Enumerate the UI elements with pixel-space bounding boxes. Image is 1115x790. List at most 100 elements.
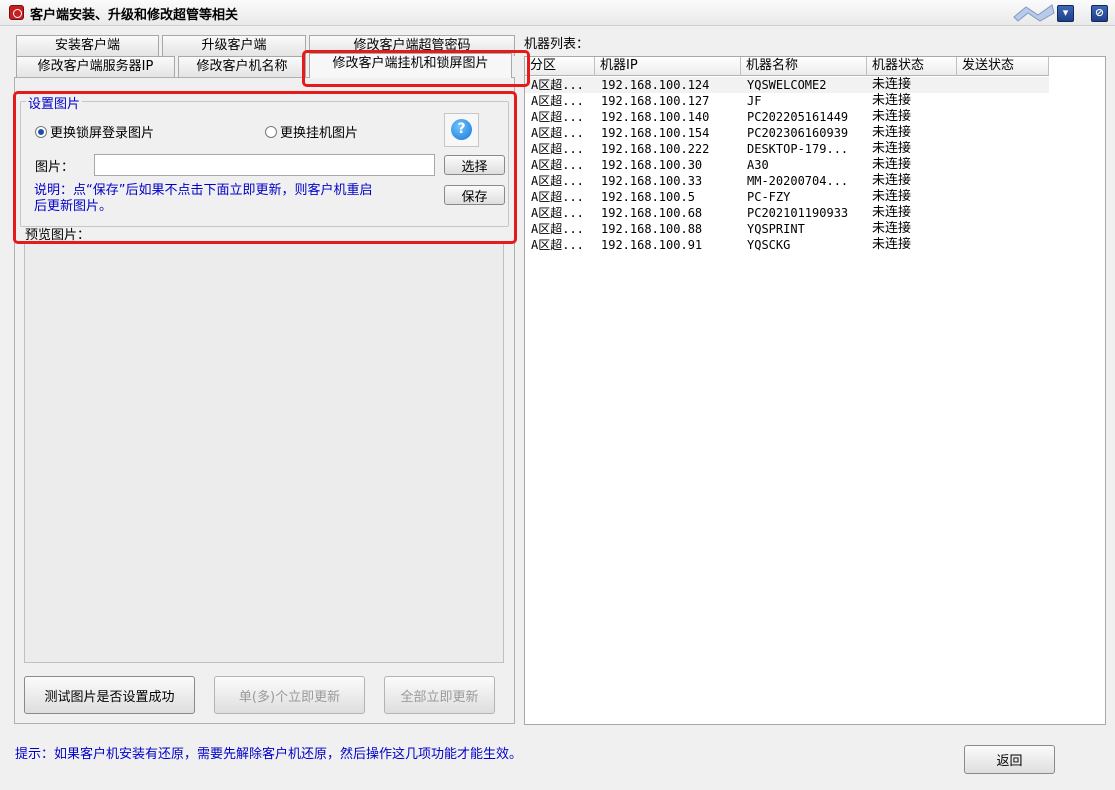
table-row[interactable]: A区超... 192.168.100.124 YQSWELCOME2 未连接: [525, 77, 1049, 93]
cell-status: 未连接: [872, 157, 912, 172]
cell-send-status: [962, 221, 1047, 237]
table-row[interactable]: A区超... 192.168.100.30 A30 未连接: [525, 157, 1049, 173]
cell-send-status: [962, 189, 1047, 205]
cell-send-status: [962, 77, 1047, 93]
column-header-ip[interactable]: 机器IP: [595, 57, 741, 76]
table-row[interactable]: A区超... 192.168.100.68 PC202101190933 未连接: [525, 205, 1049, 221]
cell-zone: A区超...: [531, 126, 584, 140]
cell-zone: A区超...: [531, 142, 584, 156]
cell-zone: A区超...: [531, 158, 584, 172]
image-path-input[interactable]: [94, 154, 435, 176]
table-row[interactable]: A区超... 192.168.100.91 YQSCKG 未连接: [525, 237, 1049, 253]
back-button[interactable]: 返回: [964, 745, 1055, 774]
radio-hang-indicator[interactable]: [265, 125, 277, 138]
tab-change-server-ip[interactable]: 修改客户端服务器IP: [16, 56, 175, 77]
radio-lock-image[interactable]: 更换锁屏登录图片: [35, 122, 154, 141]
save-button[interactable]: 保存: [444, 185, 505, 205]
cell-ip: 192.168.100.140: [601, 110, 710, 124]
cell-ip: 192.168.100.154: [601, 126, 710, 140]
cell-zone: A区超...: [531, 190, 584, 204]
cell-name: PC202101190933: [747, 206, 849, 220]
table-row[interactable]: A区超... 192.168.100.88 YQSPRINT 未连接: [525, 221, 1049, 237]
cell-ip: 192.168.100.222: [601, 142, 710, 156]
cell-status: 未连接: [872, 173, 912, 188]
cell-ip: 192.168.100.30: [601, 158, 703, 172]
machine-list-header: 分区 机器IP 机器名称 机器状态 发送状态: [525, 57, 1049, 76]
cell-zone: A区超...: [531, 110, 584, 124]
cell-send-status: [962, 173, 1047, 189]
radio-lock-indicator[interactable]: [35, 125, 47, 138]
cell-ip: 192.168.100.127: [601, 94, 710, 108]
cell-zone: A区超...: [531, 222, 584, 236]
cell-name: PC202306160939: [747, 126, 849, 140]
app-icon: [9, 5, 24, 20]
cell-name: PC202205161449: [747, 110, 849, 124]
save-note-line2: 后更新图片。: [34, 199, 113, 214]
cell-ip: 192.168.100.91: [601, 238, 703, 252]
cell-ip: 192.168.100.124: [601, 78, 710, 92]
cell-status: 未连接: [872, 77, 912, 92]
cell-send-status: [962, 141, 1047, 157]
minimize-button[interactable]: ▾: [1057, 5, 1074, 22]
table-row[interactable]: A区超... 192.168.100.5 PC-FZY 未连接: [525, 189, 1049, 205]
cell-status: 未连接: [872, 93, 912, 108]
table-row[interactable]: A区超... 192.168.100.222 DESKTOP-179... 未连接: [525, 141, 1049, 157]
cell-zone: A区超...: [531, 206, 584, 220]
help-icon: ?: [451, 119, 472, 140]
cell-name: MM-20200704...: [747, 174, 849, 188]
cell-status: 未连接: [872, 221, 912, 236]
cell-status: 未连接: [872, 109, 912, 124]
tab-change-lock-image[interactable]: 修改客户端挂机和锁屏图片: [309, 53, 512, 78]
test-image-button[interactable]: 测试图片是否设置成功: [24, 676, 195, 714]
cell-ip: 192.168.100.33: [601, 174, 703, 188]
cell-send-status: [962, 109, 1047, 125]
radio-hang-image[interactable]: 更换挂机图片: [265, 122, 358, 141]
column-header-name[interactable]: 机器名称: [741, 57, 867, 76]
tab-upgrade-client[interactable]: 升级客户端: [162, 35, 306, 56]
tab-install-client[interactable]: 安装客户端: [16, 35, 159, 56]
update-all-button[interactable]: 全部立即更新: [384, 676, 495, 714]
help-button[interactable]: ?: [444, 113, 479, 147]
window-title: 客户端安装、升级和修改超管等相关: [30, 8, 239, 23]
cell-send-status: [962, 205, 1047, 221]
settings-group-title: 设置图片: [26, 93, 83, 112]
update-selected-button[interactable]: 单(多)个立即更新: [214, 676, 365, 714]
table-row[interactable]: A区超... 192.168.100.140 PC202205161449 未连接: [525, 109, 1049, 125]
cell-send-status: [962, 93, 1047, 109]
title-bar: 客户端安装、升级和修改超管等相关 ▾ ⊘: [0, 0, 1115, 26]
image-label: 图片：: [35, 160, 75, 175]
decoration-icon: [1013, 4, 1055, 22]
radio-lock-label: 更换锁屏登录图片: [50, 126, 155, 141]
cell-send-status: [962, 125, 1047, 141]
close-button[interactable]: ⊘: [1091, 5, 1108, 22]
table-row[interactable]: A区超... 192.168.100.33 MM-20200704... 未连接: [525, 173, 1049, 189]
cell-name: YQSPRINT: [747, 222, 805, 236]
cell-name: PC-FZY: [747, 190, 791, 204]
cell-ip: 192.168.100.68: [601, 206, 703, 220]
table-row[interactable]: A区超... 192.168.100.154 PC202306160939 未连接: [525, 125, 1049, 141]
preview-label: 预览图片：: [25, 228, 91, 243]
column-header-status[interactable]: 机器状态: [867, 57, 957, 76]
cell-ip: 192.168.100.5: [601, 190, 695, 204]
save-note: 说明：点“保存”后如果不点击下面立即更新，则客户机重启 后更新图片。: [34, 183, 434, 215]
select-button[interactable]: 选择: [444, 155, 505, 175]
cell-name: YQSWELCOME2: [747, 78, 827, 92]
cell-zone: A区超...: [531, 174, 584, 188]
cell-name: A30: [747, 158, 769, 172]
cell-zone: A区超...: [531, 94, 584, 108]
cell-status: 未连接: [872, 141, 912, 156]
table-row[interactable]: A区超... 192.168.100.127 JF 未连接: [525, 93, 1049, 109]
cell-send-status: [962, 237, 1047, 253]
footer-hint: 提示：如果客户机安装有还原，需要先解除客户机还原，然后操作这几项功能才能生效。: [15, 747, 523, 762]
column-header-zone[interactable]: 分区: [525, 57, 595, 76]
cell-status: 未连接: [872, 205, 912, 220]
machine-list[interactable]: 分区 机器IP 机器名称 机器状态 发送状态 A区超... 192.168.100…: [524, 56, 1106, 725]
radio-hang-label: 更换挂机图片: [280, 126, 359, 141]
tab-change-machine-name[interactable]: 修改客户机名称: [178, 56, 306, 77]
cell-status: 未连接: [872, 189, 912, 204]
cell-ip: 192.168.100.88: [601, 222, 703, 236]
cell-status: 未连接: [872, 237, 912, 252]
cell-status: 未连接: [872, 125, 912, 140]
machine-list-label: 机器列表：: [524, 37, 590, 52]
column-header-send-status[interactable]: 发送状态: [957, 57, 1049, 76]
